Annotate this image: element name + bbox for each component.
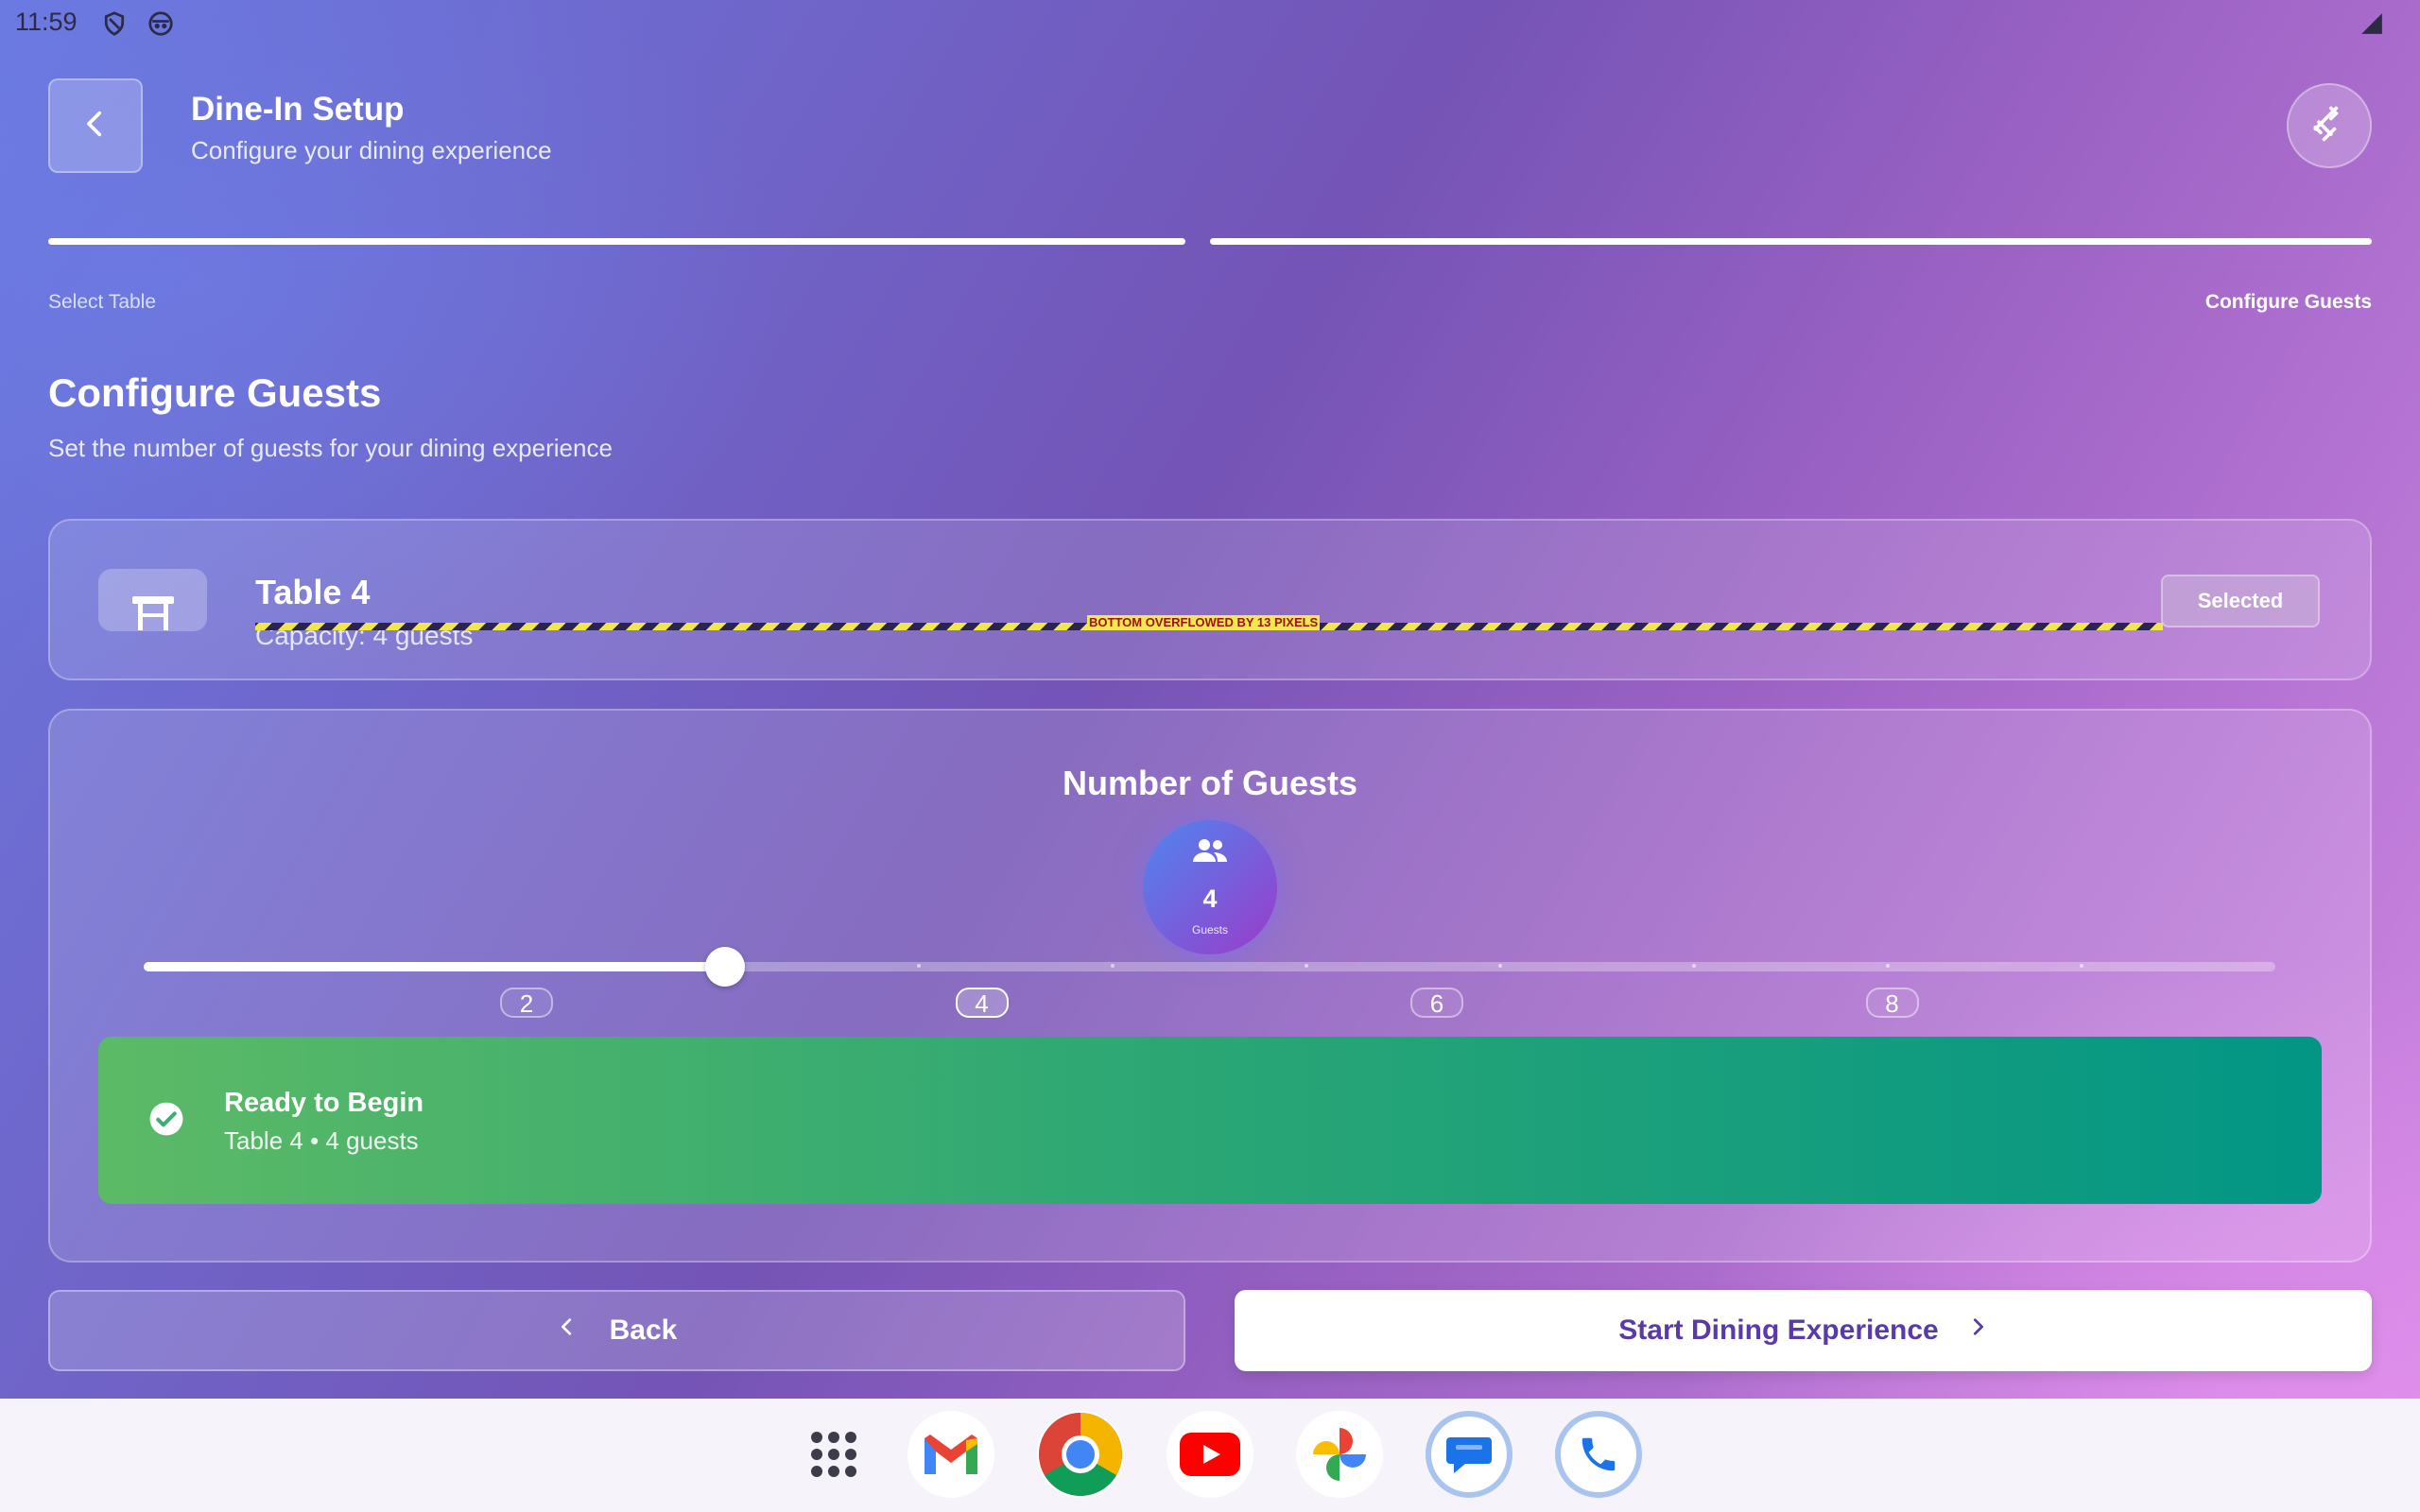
slider-tick-dot — [1692, 964, 1696, 968]
start-dining-button-label: Start Dining Experience — [1618, 1314, 1939, 1346]
chevron-left-icon — [79, 108, 112, 145]
slider-tick-dot — [1886, 964, 1890, 968]
people-icon — [1191, 837, 1229, 870]
section-title: Configure Guests — [48, 370, 382, 415]
youtube-icon[interactable] — [1167, 1411, 1253, 1498]
ready-banner — [98, 1037, 2322, 1204]
step-label-select-table[interactable]: Select Table — [48, 291, 156, 314]
chevron-right-icon — [1967, 1314, 1988, 1347]
guest-count: 4 — [1202, 885, 1218, 913]
page-subtitle: Configure your dining experience — [191, 136, 552, 164]
selected-badge: Selected — [2161, 575, 2320, 627]
slider-tick-dot — [2080, 964, 2083, 968]
guest-count-label: Guests — [1191, 923, 1228, 936]
table-name: Table 4 — [255, 573, 371, 611]
table-icon — [98, 569, 207, 631]
app-drawer-icon[interactable] — [790, 1411, 877, 1498]
back-button[interactable]: Back — [48, 1290, 1185, 1371]
back-button-label: Back — [609, 1314, 678, 1346]
chevron-left-icon — [557, 1314, 578, 1347]
slider-tick-label[interactable]: 4 — [955, 988, 1009, 1018]
slider-tick-dot — [1498, 964, 1502, 968]
step-label-configure-guests[interactable]: Configure Guests — [2205, 291, 2372, 314]
signal-icon — [2360, 11, 2384, 36]
slider-tick-label[interactable]: 6 — [1410, 988, 1463, 1018]
start-dining-button[interactable]: Start Dining Experience — [1235, 1290, 2372, 1371]
status-time: 11:59 — [15, 8, 78, 36]
progress-step-2-bar — [1210, 238, 2372, 245]
shield-icon — [100, 9, 129, 38]
slider-tick-dot — [917, 964, 921, 968]
ready-subtitle: Table 4 • 4 guests — [224, 1126, 419, 1155]
ready-title: Ready to Begin — [224, 1088, 424, 1118]
slider-tick-dot — [1305, 964, 1308, 968]
table-card[interactable] — [48, 519, 2372, 680]
utensils-icon — [2308, 103, 2350, 149]
photos-icon[interactable] — [1296, 1411, 1383, 1498]
face-icon — [147, 9, 175, 38]
utensils-button[interactable] — [2287, 83, 2372, 168]
overflow-warning-label: BOTTOM OVERFLOWED BY 13 PIXELS — [1087, 615, 1321, 630]
guests-title: Number of Guests — [1062, 764, 1358, 802]
slider-tick-label[interactable]: 8 — [1865, 988, 1919, 1018]
gmail-icon[interactable] — [908, 1411, 994, 1498]
section-subtitle: Set the number of guests for your dining… — [48, 434, 613, 462]
guest-slider-thumb[interactable] — [705, 947, 745, 987]
chrome-icon[interactable] — [1037, 1411, 1124, 1498]
slider-tick-label[interactable]: 2 — [500, 988, 553, 1018]
back-icon-button[interactable] — [48, 78, 143, 173]
check-circle-icon — [148, 1101, 184, 1142]
guest-slider-fill — [144, 962, 725, 971]
phone-icon[interactable] — [1555, 1411, 1642, 1498]
messages-icon[interactable] — [1426, 1411, 1512, 1498]
progress-step-1-bar — [48, 238, 1185, 245]
slider-tick-dot — [1111, 964, 1115, 968]
page-title: Dine-In Setup — [191, 91, 405, 128]
